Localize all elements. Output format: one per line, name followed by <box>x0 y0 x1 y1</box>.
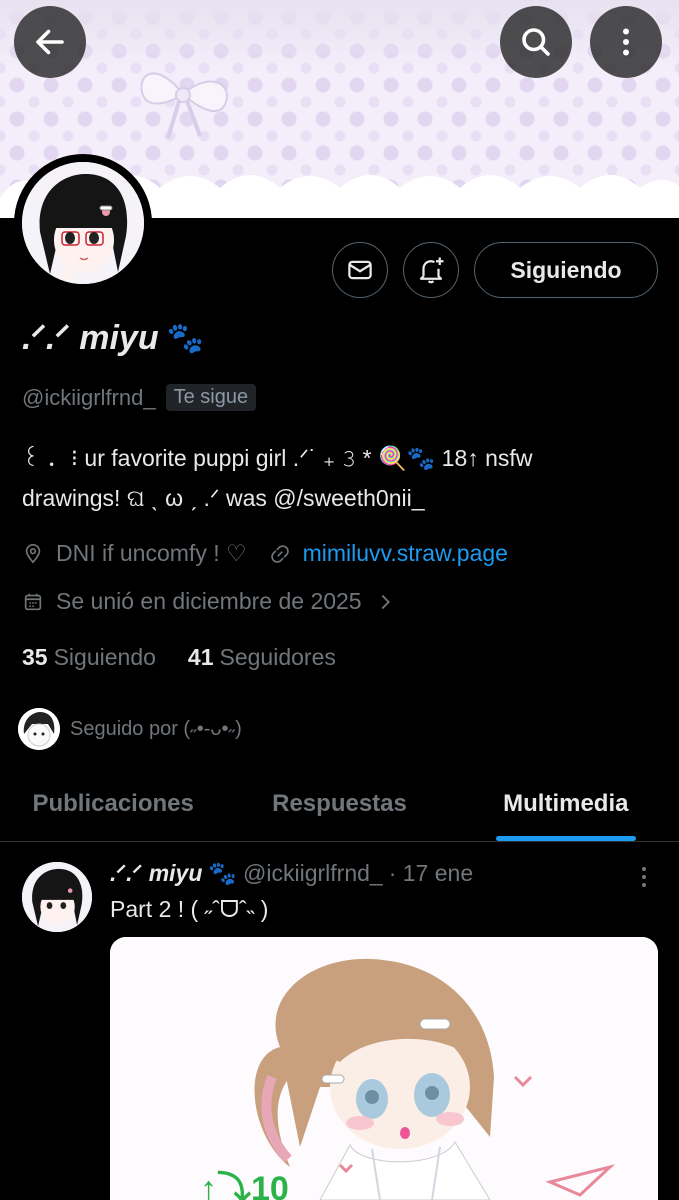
post-author-handle[interactable]: @ickiigrlfrnd_ <box>243 860 383 887</box>
profile-tabs: Publicaciones Respuestas Multimedia <box>0 766 679 842</box>
following-count-link[interactable]: 35 Siguiendo <box>22 644 156 671</box>
link-icon <box>270 544 289 563</box>
more-options-button[interactable] <box>590 6 662 78</box>
profile-avatar[interactable] <box>14 154 152 292</box>
follow-counts: 35 Siguiendo 41 Seguidores <box>22 644 336 671</box>
tab-publicaciones[interactable]: Publicaciones <box>0 766 226 841</box>
profile-handle: @ickiigrlfrnd_ <box>22 384 156 410</box>
post-more-icon[interactable] <box>632 862 656 892</box>
svg-text:↑⤵10: ↑⤵10 <box>200 1170 289 1200</box>
profile-bio: ꒰ ． ⁝ ur favorite puppi girl .ᐟ˙ ₊ 𝟹 * 🍭… <box>22 438 662 518</box>
tab-multimedia[interactable]: Multimedia <box>453 766 679 841</box>
followers-count: 41 <box>187 644 214 670</box>
bio-line: ꒰ ． ⁝ ur favorite puppi girl .ᐟ˙ ₊ 𝟹 * 🍭… <box>22 445 533 471</box>
message-button[interactable] <box>332 242 388 298</box>
tab-respuestas[interactable]: Respuestas <box>226 766 452 841</box>
joined-date: Se unió en diciembre de 2025 <box>56 588 362 614</box>
followers-count-link[interactable]: 41 Seguidores <box>188 644 336 671</box>
following-count: 35 <box>22 644 48 670</box>
follower-avatar <box>18 708 60 750</box>
display-name: .ᐟ.ᐟ miyu <box>22 319 159 357</box>
calendar-icon <box>24 593 42 610</box>
followed-by-row[interactable]: Seguido por (˶•-ᴗ•˶) <box>18 708 242 750</box>
profile-location: DNI if uncomfy ! ♡ <box>56 540 247 566</box>
post-media-image[interactable]: ↑⤵10 <box>110 937 658 1200</box>
followed-by-text: Seguido por (˶•-ᴗ•˶) <box>70 717 242 740</box>
post-author-avatar[interactable] <box>22 862 92 932</box>
profile-meta-row: DNI if uncomfy ! ♡ mimiluvv.straw.page <box>22 540 508 567</box>
arrow-left-icon <box>36 29 64 55</box>
display-name-row: .ᐟ.ᐟ miyu 🐾 <box>22 318 204 358</box>
mail-icon <box>348 260 372 280</box>
bell-plus-icon <box>419 257 444 284</box>
search-icon <box>522 28 550 56</box>
more-vertical-icon <box>623 28 629 56</box>
chevron-right-icon <box>381 594 390 609</box>
post-date[interactable]: · 17 ene <box>389 860 473 887</box>
following-button[interactable]: Siguiendo <box>474 242 658 298</box>
location-pin-icon <box>25 543 41 564</box>
active-tab-indicator <box>495 836 636 841</box>
profile-website-link[interactable]: mimiluvv.straw.page <box>303 540 508 567</box>
post-text: Part 2 ! ( ˶ˆᗜˆ˵ ) <box>110 896 269 922</box>
search-button[interactable] <box>500 6 572 78</box>
followers-label: Seguidores <box>219 644 336 670</box>
paw-emoji: 🐾 <box>166 321 204 355</box>
follows-you-badge: Te sigue <box>165 384 257 411</box>
post-header: .ᐟ.ᐟ miyu 🐾 @ickiigrlfrnd_ · 17 ene <box>110 860 473 887</box>
notifications-button[interactable] <box>403 242 459 298</box>
post-name-emoji: 🐾 <box>208 860 238 886</box>
handle-row: @ickiigrlfrnd_ Te sigue <box>22 384 257 411</box>
following-label: Siguiendo <box>53 644 156 670</box>
back-button[interactable] <box>14 6 86 78</box>
bow-decoration-icon <box>140 72 228 139</box>
avatar-image <box>22 162 144 284</box>
post-author-name[interactable]: .ᐟ.ᐟ miyu <box>110 860 202 887</box>
joined-row[interactable]: Se unió en diciembre de 2025 <box>22 588 396 615</box>
bio-line: drawings! ଘ ˎ ω ˏ .ᐟ was @/sweeth0nii_ <box>22 485 425 511</box>
